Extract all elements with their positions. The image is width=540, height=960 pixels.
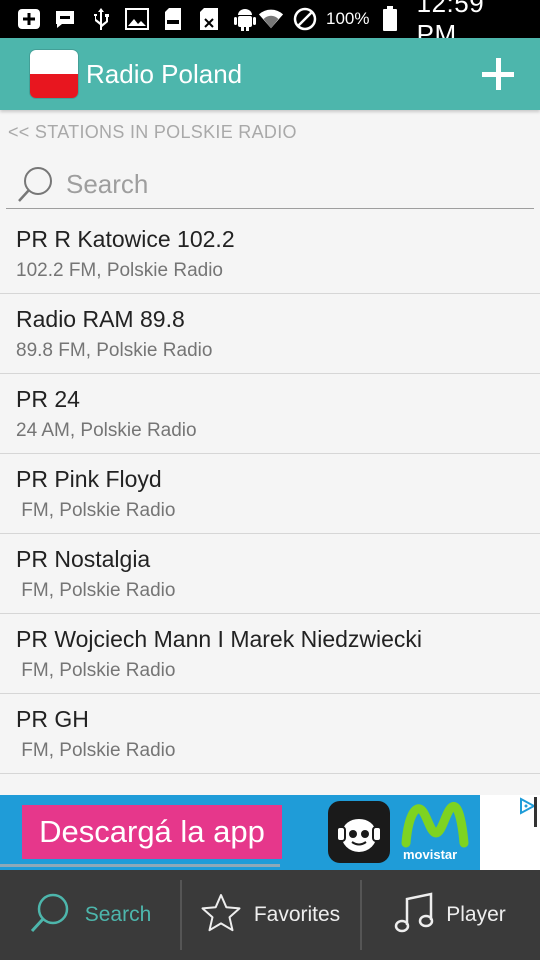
app-title: Radio Poland xyxy=(86,58,243,89)
bottom-navigation: Search Favorites Player xyxy=(0,870,540,960)
nav-player-label: Player xyxy=(446,903,506,926)
list-item[interactable]: Radio RAM 89.8 89.8 FM, Polskie Radio xyxy=(0,294,540,374)
add-station-button[interactable] xyxy=(482,58,514,90)
list-item[interactable]: PR Pink Floyd FM, Polskie Radio xyxy=(0,454,540,534)
do-not-disturb-icon xyxy=(292,7,318,31)
app-bar: Radio Poland xyxy=(0,38,540,110)
android-debug-icon xyxy=(232,7,258,31)
add-box-icon xyxy=(16,7,42,31)
status-bar: 100% 12:59 PM xyxy=(0,0,540,49)
station-detail: 24 AM, Polskie Radio xyxy=(16,420,197,441)
back-to-stations-link[interactable]: << STATIONS IN POLSKIE RADIO xyxy=(8,122,297,143)
star-icon xyxy=(200,892,242,939)
station-detail: FM, Polskie Radio xyxy=(16,580,176,601)
list-item[interactable]: PR Nostalgia FM, Polskie Radio xyxy=(0,534,540,614)
image-icon xyxy=(124,7,150,31)
station-detail: FM, Polskie Radio xyxy=(16,660,176,681)
station-detail: FM, Polskie Radio xyxy=(16,500,176,521)
nav-search[interactable]: Search xyxy=(0,870,180,960)
station-name: PR 24 xyxy=(16,386,80,412)
wifi-icon xyxy=(258,7,284,31)
station-detail: FM, Polskie Radio xyxy=(16,740,176,761)
battery-percent: 100% xyxy=(326,9,370,28)
station-name: PR R Katowice 102.2 xyxy=(16,226,235,252)
ad-banner[interactable]: Descargá la app movistar xyxy=(0,795,480,870)
search-bar[interactable] xyxy=(6,160,534,209)
movistar-wordmark: movistar xyxy=(403,847,458,862)
ad-cta-button[interactable]: Descargá la app xyxy=(22,805,282,859)
station-name: PR Nostalgia xyxy=(16,546,151,572)
station-name: PR Pink Floyd xyxy=(16,466,162,492)
sim-off-icon xyxy=(196,7,222,31)
music-note-icon xyxy=(394,891,434,940)
list-item[interactable]: PR GH FM, Polskie Radio xyxy=(0,694,540,774)
scroll-indicator xyxy=(534,797,537,827)
message-icon xyxy=(52,7,78,31)
station-name: PR Wojciech Mann I Marek Niedzwiecki xyxy=(16,626,423,652)
station-detail: 89.8 FM, Polskie Radio xyxy=(16,340,213,361)
usb-icon xyxy=(88,7,114,31)
nav-favorites-label: Favorites xyxy=(253,903,341,926)
search-input[interactable] xyxy=(64,167,508,201)
search-icon xyxy=(16,164,56,204)
ad-progress xyxy=(0,864,280,867)
search-icon xyxy=(29,891,73,940)
station-name: Radio RAM 89.8 xyxy=(16,306,185,332)
poland-flag-icon[interactable] xyxy=(30,50,78,98)
station-detail: 102.2 FM, Polskie Radio xyxy=(16,260,223,281)
nav-player[interactable]: Player xyxy=(360,870,540,960)
nav-favorites[interactable]: Favorites xyxy=(180,870,360,960)
list-item[interactable]: PR 24 24 AM, Polskie Radio xyxy=(0,374,540,454)
list-item[interactable]: PR Wojciech Mann I Marek Niedzwiecki FM,… xyxy=(0,614,540,694)
napster-logo-icon xyxy=(328,801,390,863)
station-name: PR GH xyxy=(16,706,89,732)
nav-search-label: Search xyxy=(84,903,152,926)
battery-icon xyxy=(377,6,402,31)
list-item[interactable]: PR R Katowice 102.2 102.2 FM, Polskie Ra… xyxy=(0,214,540,294)
sd-card-icon xyxy=(160,7,186,31)
station-list: PR R Katowice 102.2 102.2 FM, Polskie Ra… xyxy=(0,214,540,774)
